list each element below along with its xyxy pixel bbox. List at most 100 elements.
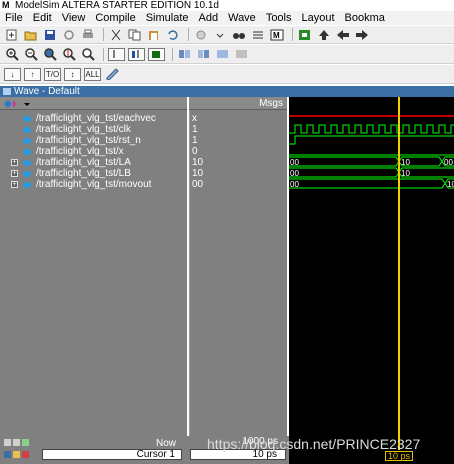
signal-names-header	[0, 97, 187, 110]
print-icon[interactable]	[80, 28, 96, 42]
zoom-in-icon[interactable]	[4, 47, 20, 61]
signal-list-panel: /trafficlight_vlg_tst/eachvec /trafficli…	[0, 110, 187, 436]
signal-value: 10	[192, 168, 204, 179]
dropdown-arrow-icon[interactable]	[212, 28, 228, 42]
cursor-name-field[interactable]: Cursor 1	[42, 449, 182, 460]
now-label: Now	[156, 438, 177, 449]
menu-edit[interactable]: Edit	[28, 11, 57, 25]
expand-icon[interactable]: +	[11, 159, 18, 166]
watermark-text: https://blog.csdn.net/PRINCE2327	[207, 436, 421, 452]
find-icon[interactable]	[231, 28, 247, 42]
toolbar-separator	[292, 28, 293, 41]
signal-name: /trafficlight_vlg_tst/clk	[36, 124, 131, 135]
menu-view[interactable]: View	[57, 11, 91, 25]
break-icon[interactable]	[193, 28, 209, 42]
signal-diamond-icon	[22, 169, 32, 178]
list-icon[interactable]	[250, 28, 266, 42]
edge-next-icon[interactable]	[196, 47, 212, 61]
signal-row-x[interactable]: /trafficlight_vlg_tst/x	[0, 146, 187, 157]
insert-cursor-icon[interactable]	[108, 47, 125, 61]
copy-icon[interactable]	[127, 28, 143, 42]
open-folder-icon[interactable]	[23, 28, 39, 42]
signal-name: /trafficlight_vlg_tst/rst_n	[36, 135, 141, 146]
msgs-header: Msgs	[189, 97, 287, 110]
menu-add[interactable]: Add	[194, 11, 224, 25]
menu-bookmarks[interactable]: Bookma	[340, 11, 390, 25]
footer-cursor-icon[interactable]	[4, 450, 44, 460]
restart-icon[interactable]	[297, 28, 313, 42]
zoom-full-icon[interactable]	[42, 47, 58, 61]
mov-label-end: 10	[447, 180, 454, 189]
menu-wave[interactable]: Wave	[223, 11, 261, 25]
signal-options-icon[interactable]	[4, 98, 34, 110]
expand-icon[interactable]: +	[11, 181, 18, 188]
toolbar-separator	[103, 47, 104, 61]
step-up-icon[interactable]	[316, 28, 332, 42]
invert-button[interactable]: ↕	[64, 67, 81, 81]
signal-row-rst-n[interactable]: /trafficlight_vlg_tst/rst_n	[0, 135, 187, 146]
edge-falling-icon[interactable]	[234, 47, 250, 61]
edit-wave-icon[interactable]	[104, 67, 120, 81]
edge-prev-icon[interactable]	[177, 47, 193, 61]
toggle-button[interactable]: T/O	[44, 67, 61, 81]
menu-simulate[interactable]: Simulate	[141, 11, 194, 25]
signal-value: 0	[192, 146, 198, 157]
expand-icon[interactable]: +	[11, 170, 18, 177]
signal-name: /trafficlight_vlg_tst/x	[36, 146, 124, 157]
step-back-icon[interactable]	[335, 28, 351, 42]
undo-icon[interactable]	[165, 28, 181, 42]
svg-text:M: M	[273, 31, 280, 40]
menu-layout[interactable]: Layout	[297, 11, 340, 25]
signal-diamond-icon	[22, 125, 32, 134]
signal-values-panel: x 1 1 0 10 10 00	[189, 110, 287, 436]
menu-compile[interactable]: Compile	[90, 11, 140, 25]
edge-rising-icon[interactable]	[215, 47, 231, 61]
menu-bar: File Edit View Compile Simulate Add Wave…	[0, 11, 454, 25]
signal-row-movout[interactable]: + /trafficlight_vlg_tst/movout	[0, 179, 187, 190]
signal-value: 00	[192, 179, 204, 190]
lb-label-mid: 10	[401, 169, 410, 178]
signal-diamond-icon	[22, 136, 32, 145]
signal-diamond-icon	[22, 180, 32, 189]
signal-diamond-icon	[22, 114, 32, 123]
signal-row-eachvec[interactable]: /trafficlight_vlg_tst/eachvec	[0, 113, 187, 124]
signal-name: /trafficlight_vlg_tst/eachvec	[36, 113, 156, 124]
cut-icon[interactable]	[108, 28, 124, 42]
force-low-button[interactable]: ↓	[4, 67, 21, 81]
main-toolbar: M	[0, 26, 454, 44]
step-forward-icon[interactable]	[354, 28, 370, 42]
cursor-right-icon[interactable]	[148, 47, 165, 61]
paste-icon[interactable]	[146, 28, 162, 42]
zoom-range-icon[interactable]	[80, 47, 96, 61]
mov-label-start: 00	[290, 180, 299, 189]
force-high-button[interactable]: ↑	[24, 67, 41, 81]
cursor-left-icon[interactable]	[128, 47, 145, 61]
signal-diamond-icon	[22, 158, 32, 167]
menu-tools[interactable]: Tools	[261, 11, 297, 25]
signal-row-clk[interactable]: /trafficlight_vlg_tst/clk	[0, 124, 187, 135]
zoom-toolbar	[0, 45, 454, 64]
signal-name: /trafficlight_vlg_tst/LA	[36, 157, 131, 168]
select-all-button[interactable]: ALL	[84, 67, 101, 81]
window-title: ModelSim ALTERA STARTER EDITION 10.1d	[15, 0, 219, 11]
memory-icon[interactable]: M	[269, 28, 285, 42]
title-bar: M ModelSim ALTERA STARTER EDITION 10.1d	[0, 0, 454, 11]
toolbar-separator	[103, 28, 104, 41]
reload-icon[interactable]	[61, 28, 77, 42]
save-icon[interactable]	[42, 28, 58, 42]
signal-row-lb[interactable]: + /trafficlight_vlg_tst/LB	[0, 168, 187, 179]
toolbar-separator	[172, 47, 173, 61]
zoom-cursor-icon[interactable]	[61, 47, 77, 61]
wave-clk	[289, 124, 454, 134]
new-file-icon[interactable]	[4, 28, 20, 42]
signal-row-la[interactable]: + /trafficlight_vlg_tst/LA	[0, 157, 187, 168]
waveform-panel[interactable]: 00 10 00 00 10 00 10	[289, 97, 454, 436]
signal-name: /trafficlight_vlg_tst/LB	[36, 168, 131, 179]
signal-name: /trafficlight_vlg_tst/movout	[36, 179, 152, 190]
la-label-end: 00	[444, 158, 453, 167]
cursor-time-tag[interactable]: 10 ps	[385, 451, 414, 461]
zoom-out-icon[interactable]	[23, 47, 39, 61]
menu-file[interactable]: File	[0, 11, 28, 25]
wave-la-bus	[289, 156, 454, 167]
footer-tools-icon[interactable]	[4, 438, 44, 448]
